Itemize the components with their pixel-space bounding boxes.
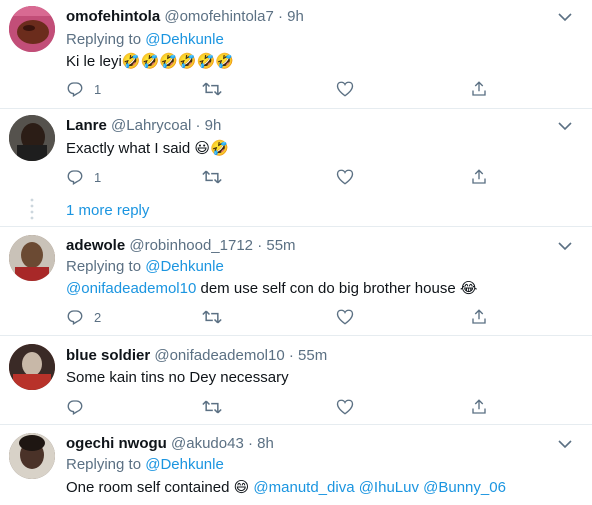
like-button[interactable] <box>336 307 354 327</box>
mention-links[interactable]: @manutd_diva @IhuLuv @Bunny_06 <box>253 479 506 496</box>
retweet-icon <box>202 400 222 414</box>
share-icon <box>472 309 486 324</box>
tweet-text: Ki le leyi <box>66 53 122 70</box>
retweet-button[interactable] <box>202 397 222 417</box>
avatar[interactable] <box>9 344 55 390</box>
replying-to-link[interactable]: @Dehkunle <box>145 258 224 275</box>
more-replies-link[interactable]: 1 more reply <box>66 202 149 219</box>
tweet-blue-soldier[interactable]: blue soldier @onifadeademol10 · 55m Some… <box>0 336 592 424</box>
display-name[interactable]: Lanre <box>66 117 107 134</box>
tweet-ogechi-nwogu[interactable]: ogechi nwogu @akudo43 · 8h Replying to @… <box>0 425 592 505</box>
like-button[interactable] <box>336 79 354 99</box>
share-icon <box>472 81 486 96</box>
replying-label: Replying to <box>66 258 142 275</box>
reply-count: 2 <box>94 309 102 325</box>
reply-button[interactable]: 1 <box>66 79 101 99</box>
retweet-button[interactable] <box>202 79 222 99</box>
retweet-icon <box>202 82 222 96</box>
like-icon <box>336 169 354 185</box>
avatar[interactable] <box>9 6 55 52</box>
timestamp[interactable]: 8h <box>257 435 274 452</box>
avatar-image-icon <box>9 115 55 161</box>
tweet-omofehintola[interactable]: omofehintola @omofehintola7 · 9h Replyin… <box>0 0 592 110</box>
like-icon <box>336 309 354 325</box>
reply-icon <box>67 400 83 415</box>
chevron-down-icon[interactable] <box>558 12 572 22</box>
chevron-down-icon[interactable] <box>558 121 572 131</box>
handle[interactable]: @robinhood_1712 <box>129 237 253 254</box>
tweet-lanre[interactable]: Lanre @Lahrycoal · 9h Exactly what I sai… <box>0 109 592 191</box>
reply-button[interactable]: 2 <box>66 307 101 327</box>
display-name[interactable]: adewole <box>66 237 125 254</box>
retweet-icon <box>202 170 222 184</box>
tweet-text: dem use self con do big brother house <box>200 280 456 297</box>
share-icon <box>472 399 486 414</box>
avatar[interactable] <box>9 115 55 161</box>
replying-to-link[interactable]: @Dehkunle <box>145 31 224 48</box>
avatar[interactable] <box>9 433 55 479</box>
share-icon <box>472 169 486 184</box>
display-name[interactable]: blue soldier <box>66 347 150 364</box>
share-button[interactable] <box>470 167 488 187</box>
tweet-emoji: 😂 <box>459 279 478 297</box>
timestamp[interactable]: 55m <box>298 347 327 364</box>
avatar-image-icon <box>9 235 55 281</box>
share-button[interactable] <box>470 307 488 327</box>
reply-count: 1 <box>94 81 102 97</box>
reply-icon <box>67 82 83 97</box>
timestamp[interactable]: 55m <box>266 237 295 254</box>
replying-label: Replying to <box>66 31 142 48</box>
display-name[interactable]: ogechi nwogu <box>66 435 167 452</box>
thread-dots <box>30 198 34 220</box>
replying-label: Replying to <box>66 456 142 473</box>
avatar-image-icon <box>9 344 55 390</box>
tweet-emoji: 😄 <box>233 478 250 496</box>
reply-icon <box>67 170 83 185</box>
like-icon <box>336 81 354 97</box>
handle[interactable]: @omofehintola7 <box>164 8 273 25</box>
handle[interactable]: @onifadeademol10 <box>154 347 284 364</box>
avatar[interactable] <box>9 235 55 281</box>
tweet-text: One room self contained <box>66 479 230 496</box>
reply-button[interactable]: 1 <box>66 167 101 187</box>
tweet-adewole[interactable]: adewole @robinhood_1712 · 55m Replying t… <box>0 227 592 335</box>
like-button[interactable] <box>336 167 354 187</box>
chevron-down-icon[interactable] <box>558 241 572 251</box>
timestamp[interactable]: 9h <box>205 117 222 134</box>
tweet-text: Some kain tins no Dey necessary <box>66 369 289 386</box>
tweet-text: Exactly what I said <box>66 140 191 157</box>
retweet-button[interactable] <box>202 307 222 327</box>
handle[interactable]: @Lahrycoal <box>111 117 191 134</box>
reply-button[interactable] <box>66 397 84 417</box>
share-button[interactable] <box>470 79 488 99</box>
like-icon <box>336 399 354 415</box>
display-name[interactable]: omofehintola <box>66 8 160 25</box>
retweet-icon <box>202 310 222 324</box>
reply-icon <box>67 310 83 325</box>
tweet-emoji: 🤣🤣🤣🤣🤣🤣 <box>121 52 234 70</box>
timestamp[interactable]: 9h <box>287 8 304 25</box>
like-button[interactable] <box>336 397 354 417</box>
reply-count: 1 <box>94 169 102 185</box>
retweet-button[interactable] <box>202 167 222 187</box>
chevron-down-icon[interactable] <box>558 439 572 449</box>
tweet-emoji: 😃🤣 <box>194 139 229 157</box>
handle[interactable]: @akudo43 <box>171 435 244 452</box>
share-button[interactable] <box>470 397 488 417</box>
replying-to-link[interactable]: @Dehkunle <box>145 456 224 473</box>
avatar-image-icon <box>9 433 55 479</box>
mention-link[interactable]: @onifadeademol10 <box>66 280 196 297</box>
avatar-image-icon <box>9 6 55 52</box>
